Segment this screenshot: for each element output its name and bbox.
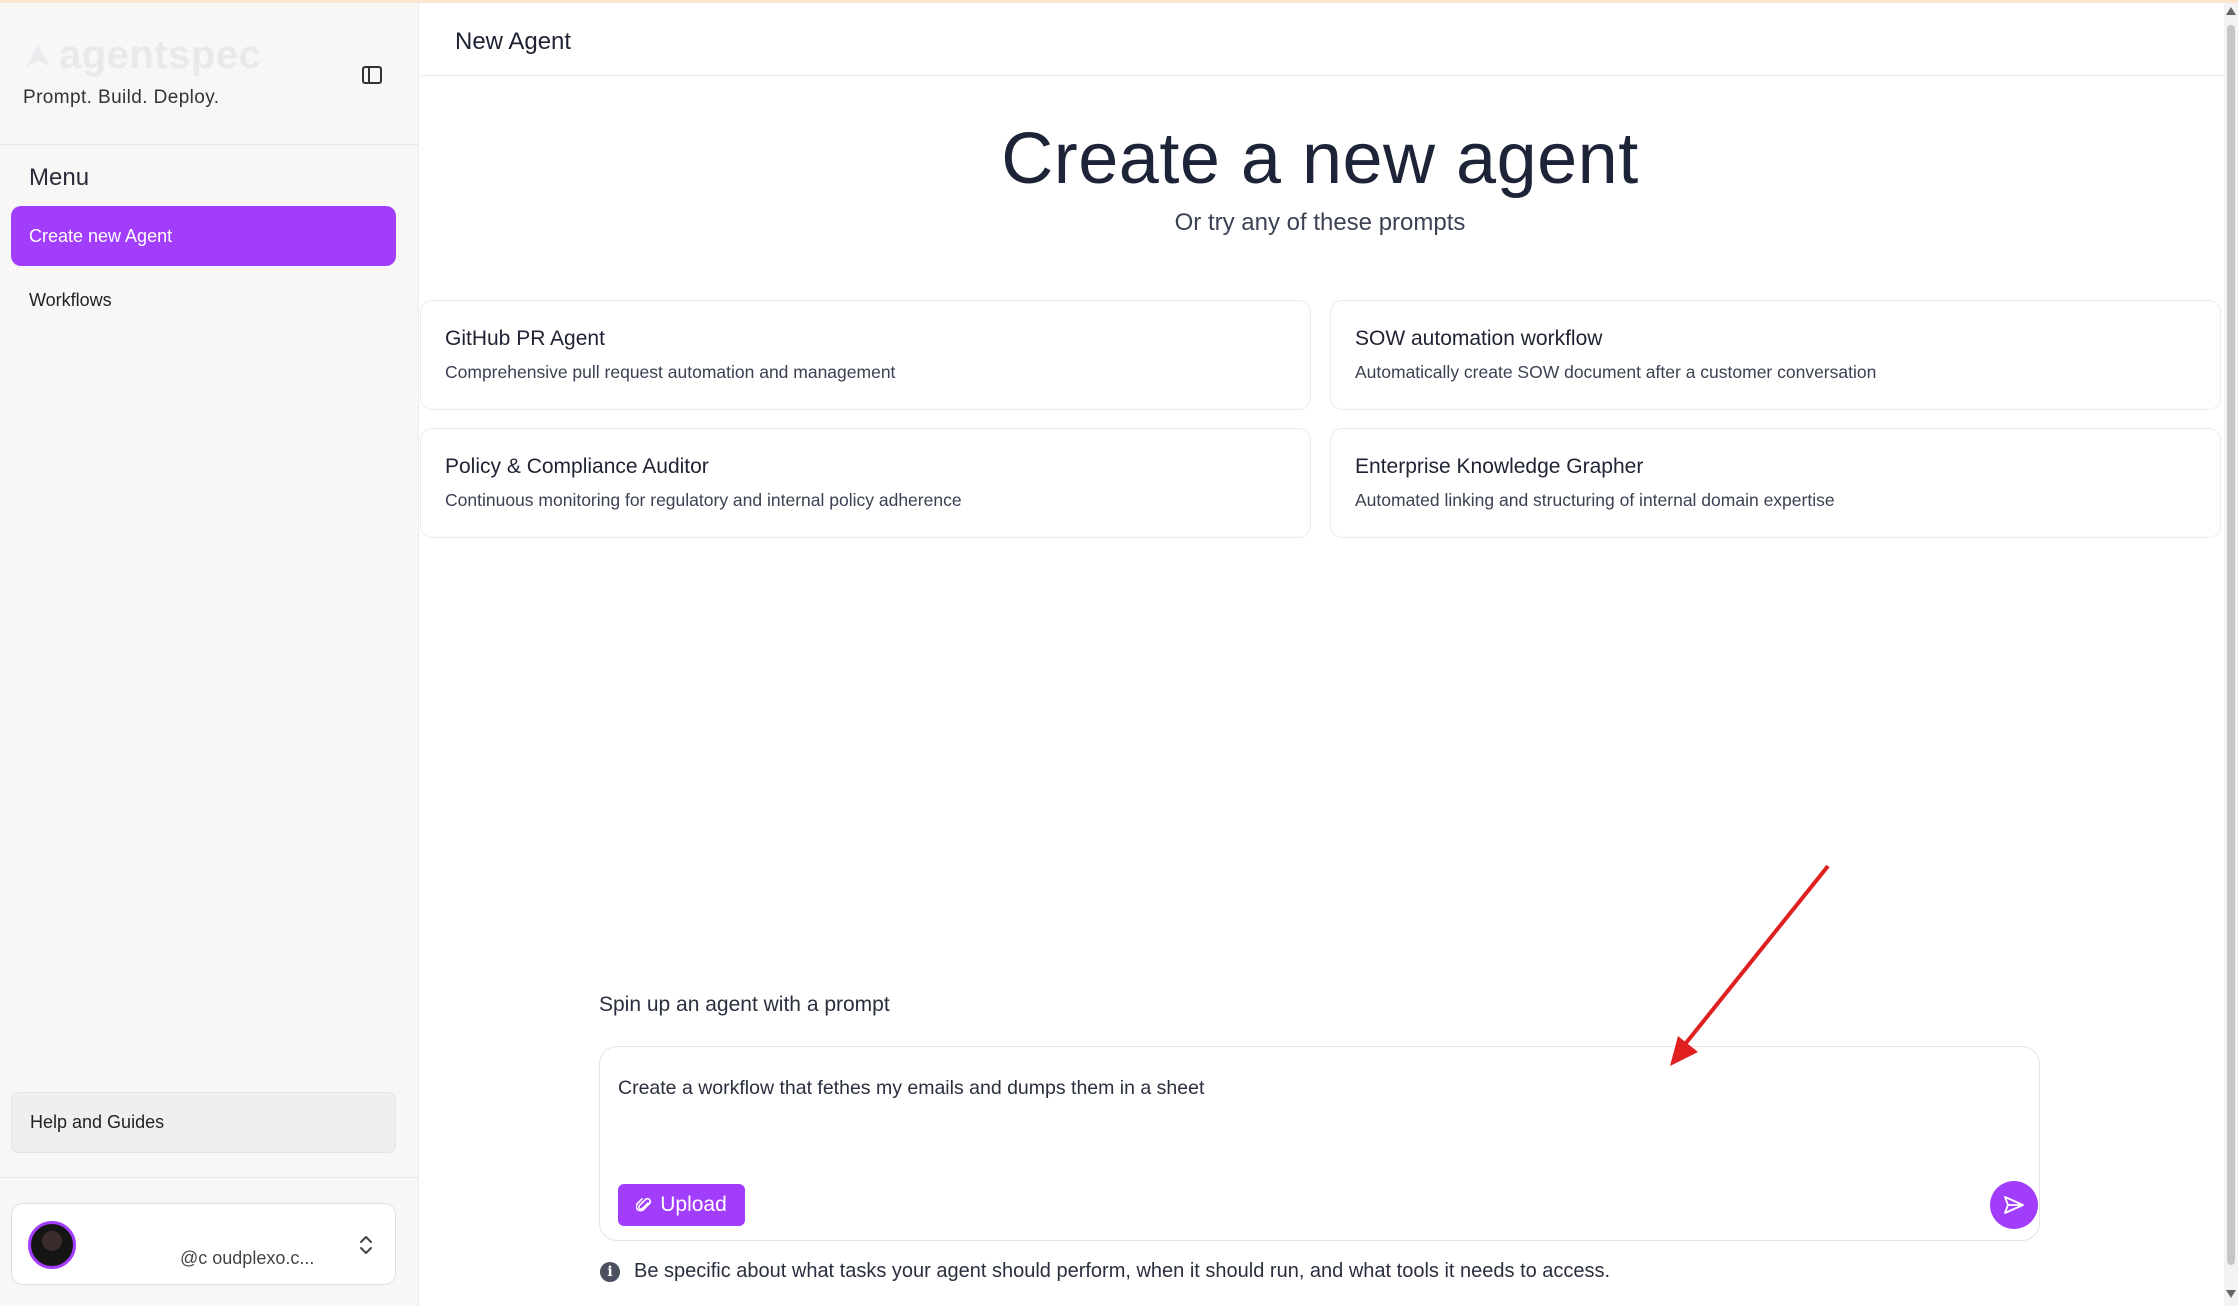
card-description: Automatically create SOW document after … [1355,362,1877,382]
annotation-arrow-icon [1670,864,1830,1066]
card-description: Continuous monitoring for regulatory and… [445,490,962,510]
hero-title: Create a new agent [1001,119,1639,199]
upload-label: Upload [660,1193,727,1216]
prompt-card-knowledge-grapher[interactable]: Enterprise Knowledge Grapher Automated l… [1330,428,2221,538]
chevron-up-down-icon [360,1236,372,1254]
sidebar: agentspec Prompt. Build. Deploy. Menu Cr… [0,3,419,1306]
card-title: Policy & Compliance Auditor [445,455,709,478]
sidebar-item-create-new-agent[interactable]: Create new Agent [11,206,396,266]
sidebar-item-workflows[interactable]: Workflows [11,270,396,330]
sidebar-toggle-icon[interactable] [360,63,384,87]
card-description: Comprehensive pull request automation an… [445,362,896,382]
prompt-composer: Create a workflow that fethes my emails … [599,1046,2040,1241]
header-divider [420,75,2224,76]
prompt-card-sow-automation[interactable]: SOW automation workflow Automatically cr… [1330,300,2221,410]
sidebar-divider [0,144,419,145]
avatar [28,1221,76,1269]
prompt-card-github-pr-agent[interactable]: GitHub PR Agent Comprehensive pull reque… [420,300,1311,410]
info-icon: i [600,1261,620,1282]
sidebar-item-label: Workflows [29,289,112,310]
hint-text: Be specific about what tasks your agent … [634,1260,1611,1282]
brand-name: agentspec [59,33,262,77]
send-button[interactable] [1990,1181,2038,1229]
prompt-label: Spin up an agent with a prompt [599,993,890,1016]
main-content: New Agent Create a new agent Or try any … [420,3,2224,1306]
help-and-guides-button[interactable]: Help and Guides [11,1092,396,1153]
help-label: Help and Guides [30,1112,165,1132]
prompt-card-policy-compliance[interactable]: Policy & Compliance Auditor Continuous m… [420,428,1311,538]
scrollbar[interactable] [2224,3,2238,1306]
card-title: SOW automation workflow [1355,327,1603,350]
brand-logo: agentspec [23,33,261,78]
brand-tagline: Prompt. Build. Deploy. [23,87,220,108]
sidebar-divider-bottom [0,1177,419,1178]
sidebar-item-label: Create new Agent [29,225,173,246]
page-title: New Agent [455,28,572,55]
prompt-hint: i Be specific about what tasks your agen… [600,1260,1610,1283]
scroll-down-icon[interactable] [2226,1290,2236,1298]
user-email: @c oudplexo.c... [180,1248,315,1268]
send-icon [2004,1196,2024,1214]
prompt-input[interactable]: Create a workflow that fethes my emails … [618,1077,1998,1123]
scrollbar-thumb[interactable] [2227,25,2235,1265]
scroll-up-icon[interactable] [2226,7,2236,15]
user-menu-button[interactable]: @c oudplexo.c... [11,1203,396,1285]
upload-button[interactable]: Upload [618,1184,745,1226]
card-description: Automated linking and structuring of int… [1355,490,1835,510]
hero-subtitle: Or try any of these prompts [1174,209,1466,236]
paperclip-icon [636,1197,652,1212]
card-title: Enterprise Knowledge Grapher [1355,455,1644,478]
user-name-redacted [87,1214,217,1242]
logo-mark-icon [26,44,50,67]
menu-heading: Menu [29,164,90,191]
card-title: GitHub PR Agent [445,327,605,350]
